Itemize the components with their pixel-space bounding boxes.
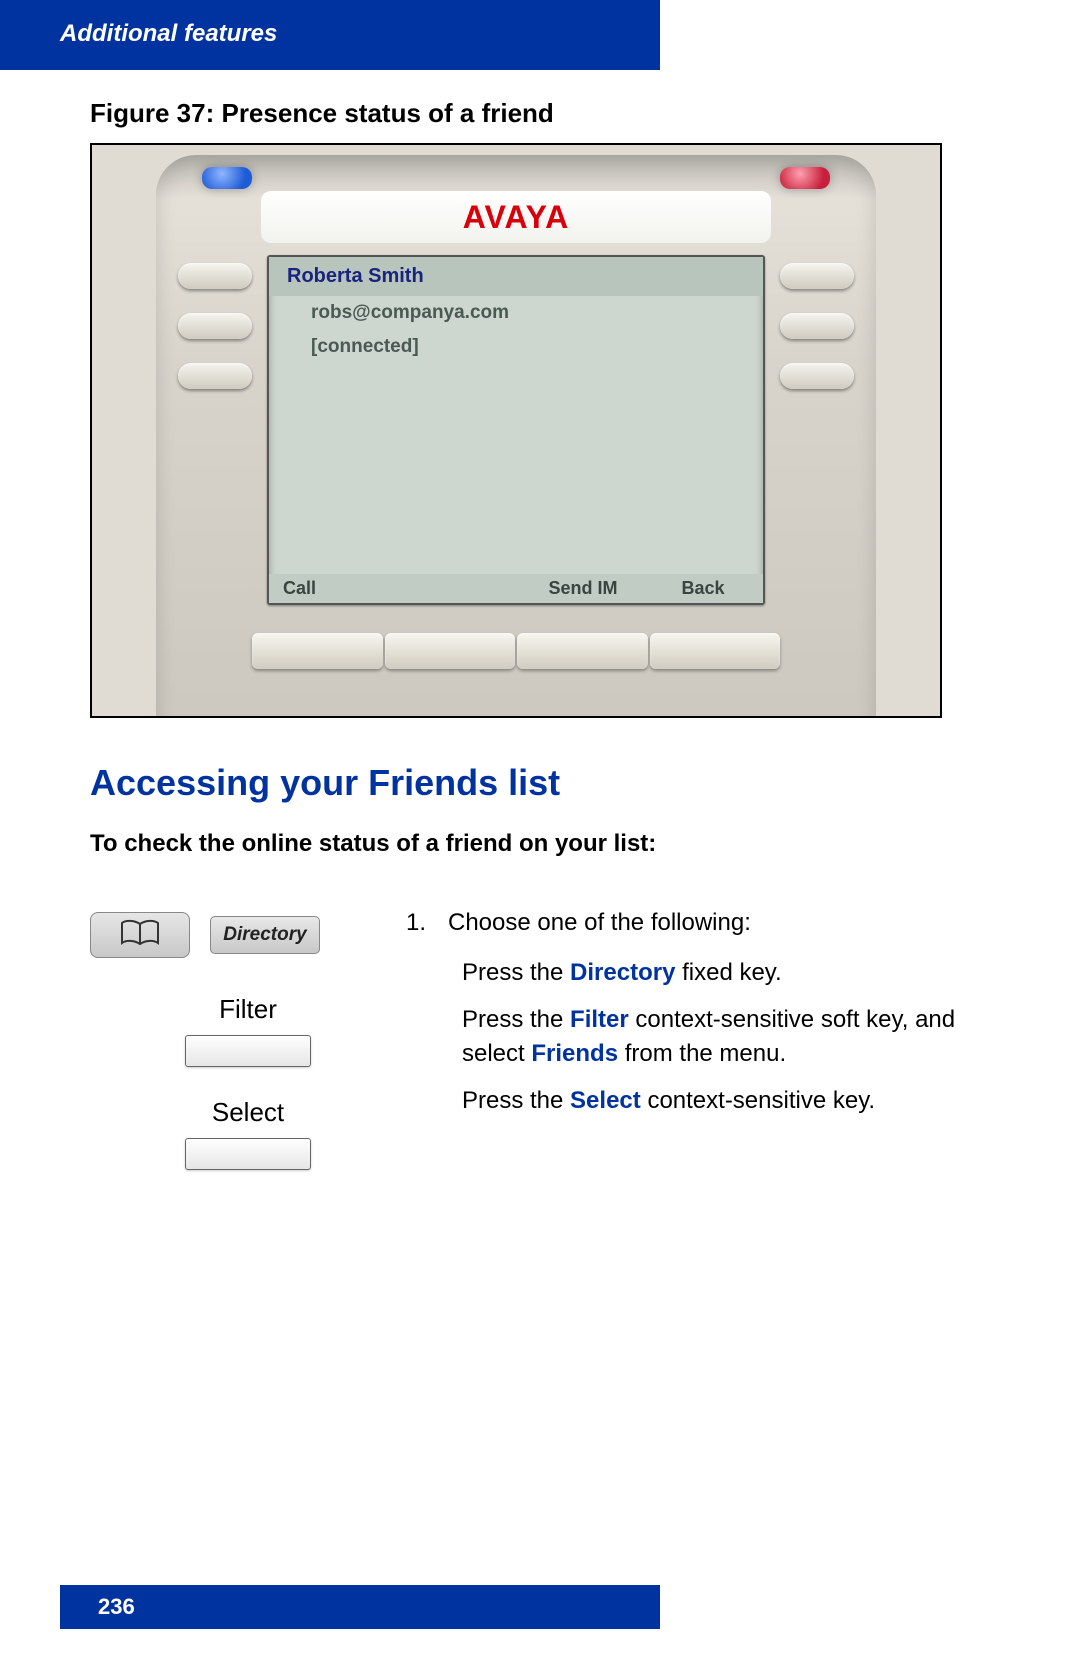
directory-key-label: Directory — [223, 924, 306, 946]
directory-ref: Directory — [570, 959, 675, 986]
filter-key-group: Filter — [90, 994, 406, 1067]
footer-bar: 236 — [60, 1585, 660, 1629]
logo-bar: AVAYA — [261, 191, 771, 243]
figure-box: AVAYA Roberta Smith robs@companya.com [c… — [90, 143, 942, 718]
step-1b: Press the Filter context-sensitive soft … — [406, 1003, 1020, 1070]
select-ref: Select — [570, 1087, 641, 1114]
text: Press the — [462, 959, 570, 986]
header-title: Additional features — [60, 20, 277, 47]
side-button[interactable] — [780, 263, 854, 289]
directory-key-row: Directory — [90, 912, 406, 958]
led-red-icon — [780, 167, 830, 189]
context-button[interactable] — [385, 633, 516, 669]
section-heading: Accessing your Friends list — [90, 762, 1020, 804]
page-number: 236 — [98, 1594, 135, 1620]
screen-contact-name: Roberta Smith — [269, 257, 763, 296]
context-button[interactable] — [517, 633, 648, 669]
left-column: Directory Filter Select — [90, 906, 406, 1200]
filter-label: Filter — [90, 994, 406, 1025]
friends-ref: Friends — [531, 1040, 618, 1067]
side-button[interactable] — [178, 313, 252, 339]
context-button[interactable] — [650, 633, 781, 669]
led-blue-icon — [202, 167, 252, 189]
screen-contact-status: [connected] — [269, 330, 763, 364]
side-button[interactable] — [780, 313, 854, 339]
text: fixed key. — [682, 959, 782, 986]
softkey-send-im: Send IM — [523, 578, 643, 599]
right-column: 1. Choose one of the following: Press th… — [406, 906, 1020, 1200]
screen-fill — [269, 364, 763, 574]
figure-caption: Figure 37: Presence status of a friend — [90, 98, 1020, 129]
step-number: 1. — [406, 906, 430, 940]
select-label: Select — [90, 1097, 406, 1128]
side-buttons-left — [178, 263, 252, 389]
select-key-group: Select — [90, 1097, 406, 1170]
select-soft-key[interactable] — [185, 1138, 311, 1170]
step-1c: Press the Select context-sensitive key. — [406, 1084, 1020, 1118]
step-1a: Press the Directory fixed key. — [406, 956, 1020, 990]
context-button[interactable] — [252, 633, 383, 669]
side-buttons-right — [780, 263, 854, 389]
book-key[interactable] — [90, 912, 190, 958]
side-button[interactable] — [780, 363, 854, 389]
phone-body: AVAYA Roberta Smith robs@companya.com [c… — [156, 155, 876, 718]
text: from the menu. — [625, 1040, 786, 1067]
avaya-logo: AVAYA — [463, 199, 569, 236]
text: context-sensitive key. — [647, 1087, 875, 1114]
step-1: 1. Choose one of the following: — [406, 906, 1020, 940]
softkey-back: Back — [643, 578, 763, 599]
book-icon — [120, 919, 160, 952]
instruction-row: Directory Filter Select 1. Choose one of… — [90, 906, 1020, 1200]
softkey-call: Call — [269, 578, 403, 599]
text: Press the — [462, 1006, 570, 1033]
page-content: Figure 37: Presence status of a friend A… — [0, 70, 1080, 1200]
directory-key[interactable]: Directory — [210, 916, 320, 954]
screen-contact-email: robs@companya.com — [269, 296, 763, 330]
side-button[interactable] — [178, 263, 252, 289]
bottom-button-row — [252, 633, 780, 669]
softkey-empty — [403, 578, 523, 599]
step-intro: Choose one of the following: — [448, 906, 751, 940]
filter-ref: Filter — [570, 1006, 629, 1033]
sub-heading: To check the online status of a friend o… — [90, 830, 1020, 858]
filter-soft-key[interactable] — [185, 1035, 311, 1067]
screen-softkey-row: Call Send IM Back — [269, 574, 763, 603]
header-bar: Additional features — [0, 0, 660, 70]
phone-screen: Roberta Smith robs@companya.com [connect… — [267, 255, 765, 605]
text: Press the — [462, 1087, 570, 1114]
side-button[interactable] — [178, 363, 252, 389]
